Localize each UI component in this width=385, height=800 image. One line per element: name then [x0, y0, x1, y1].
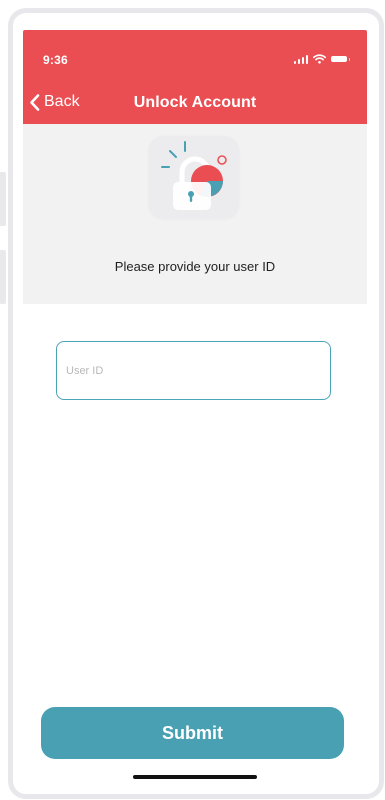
app-screen: 9:36 Back Unlock Account Please provide …: [23, 30, 367, 782]
instruction-text: Please provide your user ID: [114, 259, 276, 274]
status-icons: [293, 52, 350, 66]
home-indicator[interactable]: [133, 775, 257, 779]
padlock-illustration-icon: [161, 141, 227, 210]
phone-frame: 9:36 Back Unlock Account Please provide …: [8, 8, 384, 799]
header-bar: 9:36 Back Unlock Account: [23, 30, 367, 124]
hero-section: Please provide your user ID: [23, 124, 367, 304]
lock-tile: [149, 136, 239, 218]
page-title: Unlock Account: [133, 94, 257, 111]
device-stage: 9:36 Back Unlock Account Please provide …: [0, 0, 385, 800]
volume-up-side-button: [0, 172, 6, 226]
volume-down-side-button: [0, 250, 6, 304]
wifi-icon: [313, 54, 326, 64]
status-time: 9:36: [43, 53, 68, 67]
user-id-input[interactable]: [56, 341, 331, 400]
submit-button[interactable]: Submit: [41, 707, 344, 759]
cellular-signal-icon: [293, 54, 308, 64]
battery-icon: [331, 56, 350, 62]
